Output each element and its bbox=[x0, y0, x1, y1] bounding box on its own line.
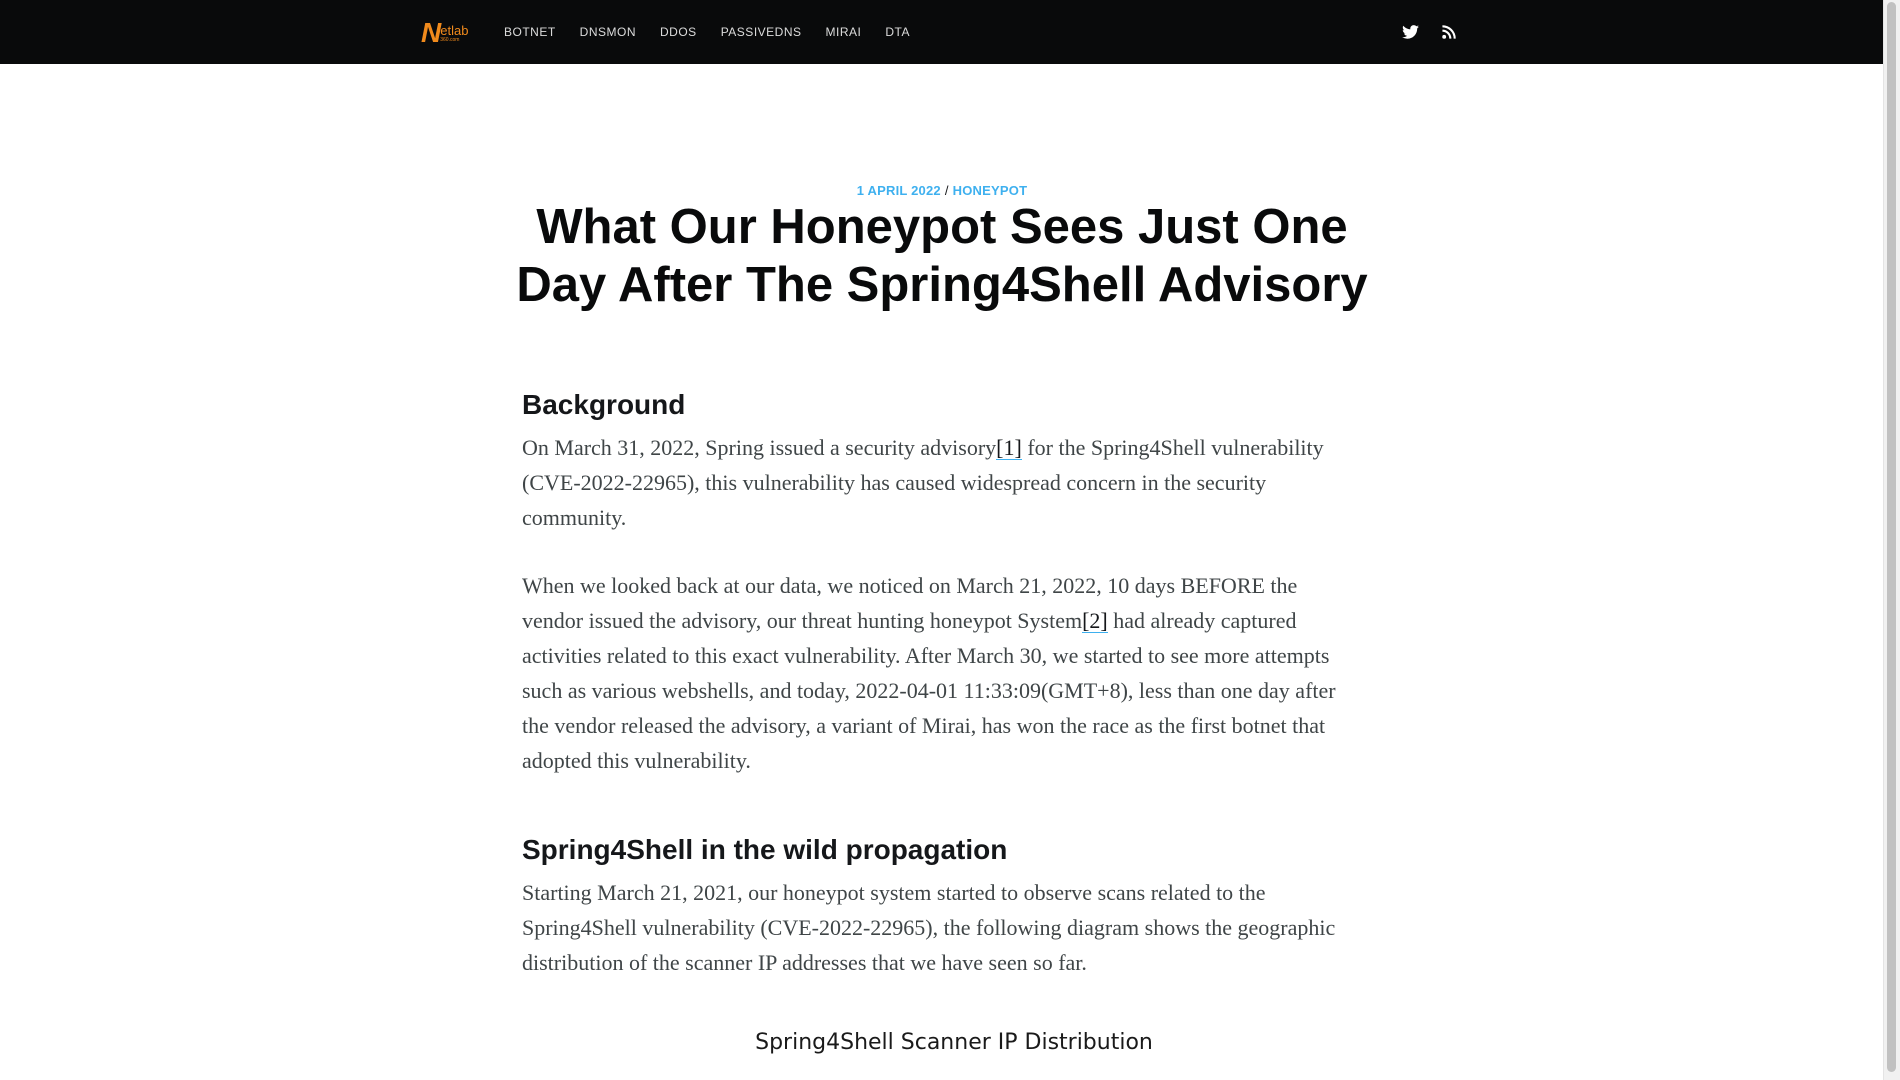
logo-mark: N bbox=[421, 17, 441, 48]
nav-link-botnet[interactable]: BOTNET bbox=[504, 25, 556, 39]
nav-link-ddos[interactable]: DDOS bbox=[660, 25, 697, 39]
post-tag[interactable]: HONEYPOT bbox=[953, 183, 1028, 198]
nav-link-dnsmon[interactable]: DNSMON bbox=[580, 25, 636, 39]
post-title: What Our Honeypot Sees Just One Day Afte… bbox=[516, 200, 1368, 312]
site-navbar: N etlab 360.com BOTNET DNSMON DDOS PASSI… bbox=[0, 0, 1884, 64]
twitter-icon[interactable] bbox=[1401, 23, 1419, 41]
nav-item-dnsmon[interactable]: DNSMON bbox=[580, 25, 636, 39]
post-content: Background On March 31, 2022, Spring iss… bbox=[522, 380, 1344, 980]
nav-item-mirai[interactable]: MIRAI bbox=[826, 25, 862, 39]
post-meta: 1 APRIL 2022/ HONEYPOT bbox=[0, 183, 1884, 198]
post-date: 1 APRIL 2022 bbox=[856, 183, 941, 198]
paragraph: On March 31, 2022, Spring issued a secur… bbox=[522, 430, 1344, 535]
paragraph-text: On March 31, 2022, Spring issued a secur… bbox=[522, 435, 997, 460]
section-heading-propagation: Spring4Shell in the wild propagation bbox=[522, 834, 1008, 865]
paragraph: Starting March 21, 2021, our honeypot sy… bbox=[522, 880, 1336, 975]
nav-item-botnet[interactable]: BOTNET bbox=[504, 25, 556, 39]
reference-link-2[interactable]: [2] bbox=[1082, 608, 1108, 633]
social-links bbox=[1380, 0, 1458, 64]
page-scrollbar[interactable] bbox=[1883, 0, 1900, 1080]
nav-link-dta[interactable]: DTA bbox=[885, 25, 910, 39]
scrollbar-thumb[interactable] bbox=[1887, 2, 1896, 1072]
paragraph: When we looked back at our data, we noti… bbox=[522, 568, 1344, 778]
rss-icon[interactable] bbox=[1440, 23, 1458, 41]
nav-item-passivedns[interactable]: PASSIVEDNS bbox=[721, 25, 802, 39]
meta-separator: / bbox=[944, 183, 949, 198]
nav-item-dta[interactable]: DTA bbox=[885, 25, 910, 39]
figure-title: Spring4Shell Scanner IP Distribution bbox=[755, 1030, 1153, 1055]
nav-item-ddos[interactable]: DDOS bbox=[660, 25, 697, 39]
nav-menu: BOTNET DNSMON DDOS PASSIVEDNS MIRAI DTA bbox=[504, 0, 934, 64]
logo-word: etlab bbox=[440, 22, 469, 38]
site-logo[interactable]: N etlab 360.com bbox=[421, 17, 481, 48]
nav-link-mirai[interactable]: MIRAI bbox=[826, 25, 862, 39]
section-heading-background: Background bbox=[522, 389, 686, 420]
logo-wordmark: etlab 360.com bbox=[440, 24, 468, 43]
reference-link-1[interactable]: [1] bbox=[996, 435, 1022, 460]
nav-link-passivedns[interactable]: PASSIVEDNS bbox=[721, 25, 802, 39]
logo-subtext: 360.com bbox=[440, 36, 460, 43]
